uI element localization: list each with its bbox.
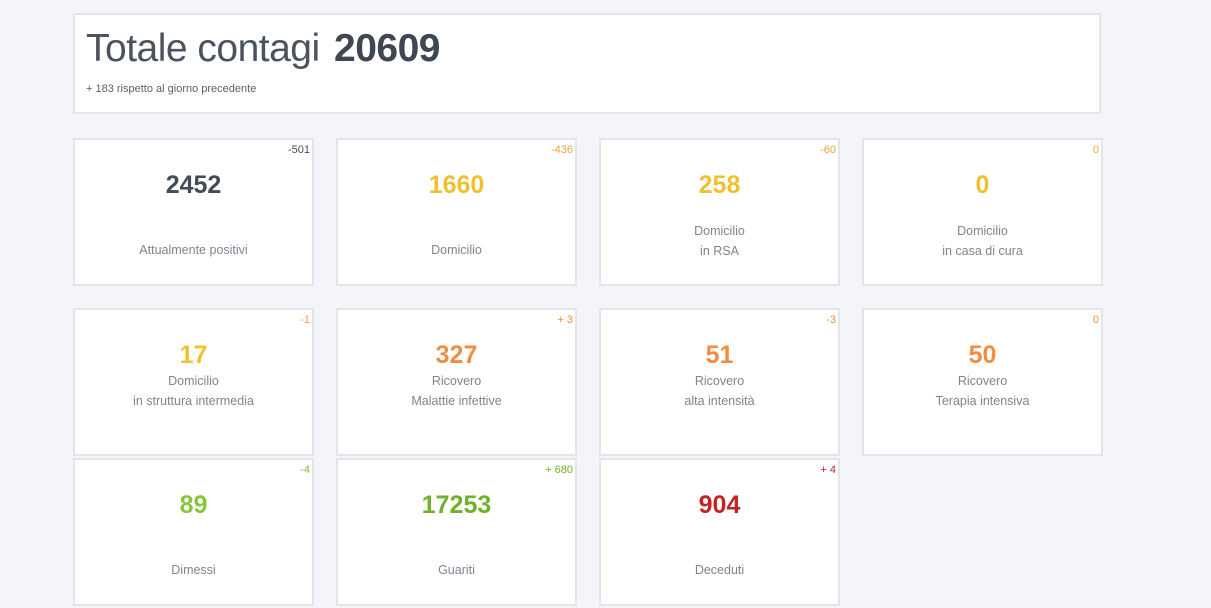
stat-card-ricovero-alta-intensita: -3 51 Ricovero alta intensità [599,308,840,456]
stat-label: Deceduti [601,560,838,580]
stat-label: Domicilio in struttura intermedia [75,371,312,411]
stat-value: 0 [975,171,990,199]
stat-card-guariti: + 680 17253 Guariti [336,458,577,606]
stat-value: 17 [179,341,208,369]
stat-label: Domicilio in RSA [601,221,838,261]
stat-label: Domicilio in casa di cura [864,221,1101,261]
stat-card-domicilio-rsa: -60 258 Domicilio in RSA [599,138,840,286]
dashboard-page: Totale contagi 20609 + 183 rispetto al g… [0,0,1211,608]
stat-value: 327 [435,341,478,369]
total-cases-change: + 183 rispetto al giorno precedente [86,83,257,95]
stat-delta: + 4 [820,464,836,476]
stat-card-deceduti: + 4 904 Deceduti [599,458,840,606]
stat-card-domicilio-casa-di-cura: 0 0 Domicilio in casa di cura [862,138,1103,286]
stat-label-line1: Domicilio [694,224,745,238]
stat-delta: + 3 [557,314,573,326]
stat-delta: + 680 [545,464,573,476]
stat-label: Dimessi [75,560,312,580]
stat-label: Ricovero alta intensità [601,371,838,411]
total-cases-title: Totale contagi 20609 [86,27,440,71]
stat-label: Guariti [338,560,575,580]
stat-card-ricovero-malattie-infettive: + 3 327 Ricovero Malattie infettive [336,308,577,456]
stat-delta: -3 [826,314,836,326]
total-cases-label: Totale contagi [86,27,320,70]
stat-label-line1: Ricovero [957,374,1008,388]
stat-card-ricovero-terapia-intensiva: 0 50 Ricovero Terapia intensiva [862,308,1103,456]
stat-label-line1: Domicilio [957,224,1008,238]
stat-value: 2452 [165,171,222,199]
stat-label-line1: Domicilio [431,243,482,257]
stat-label-line2: Terapia intensiva [935,394,1030,408]
stat-delta: -4 [300,464,310,476]
stat-label: Ricovero Terapia intensiva [864,371,1101,411]
stat-label-line1: Ricovero [694,374,745,388]
stat-label-line1: Dimessi [171,563,216,577]
stat-label-line2: in casa di cura [942,244,1023,258]
stat-value: 904 [698,491,741,519]
stat-value: 51 [705,341,734,369]
stat-label-line2: alta intensità [684,394,755,408]
stat-label-line2: in RSA [700,244,739,258]
stat-card-attualmente-positivi: -501 2452 Attualmente positivi [73,138,314,286]
stat-delta: -436 [550,144,573,156]
stat-label-line1: Ricovero [431,374,482,388]
stat-label-line2: Malattie infettive [411,394,502,408]
stat-label-line1: Attualmente positivi [139,243,248,257]
stat-label: Attualmente positivi [75,240,312,260]
stat-delta: -501 [287,144,310,156]
stat-label: Ricovero Malattie infettive [338,371,575,411]
stat-label-line2: in struttura intermedia [133,394,254,408]
stat-value: 89 [179,491,208,519]
stat-value: 17253 [421,491,492,519]
stat-label-line1: Guariti [438,563,475,577]
stat-card-dimessi: -4 89 Dimessi [73,458,314,606]
total-cases-value: 20609 [334,27,440,70]
stat-delta: -60 [820,144,836,156]
stat-card-domicilio-struttura-intermedia: -1 17 Domicilio in struttura intermedia [73,308,314,456]
stat-value: 50 [968,341,997,369]
stat-delta: 0 [1092,314,1099,326]
stat-card-domicilio: -436 1660 Domicilio [336,138,577,286]
stat-delta: -1 [300,314,310,326]
stat-label-line1: Domicilio [168,374,219,388]
total-cases-card: Totale contagi 20609 + 183 rispetto al g… [73,13,1101,114]
stat-label-line1: Deceduti [694,563,745,577]
stat-label: Domicilio [338,240,575,260]
stat-value: 1660 [428,171,485,199]
stat-value: 258 [698,171,741,199]
stat-delta: 0 [1092,144,1099,156]
